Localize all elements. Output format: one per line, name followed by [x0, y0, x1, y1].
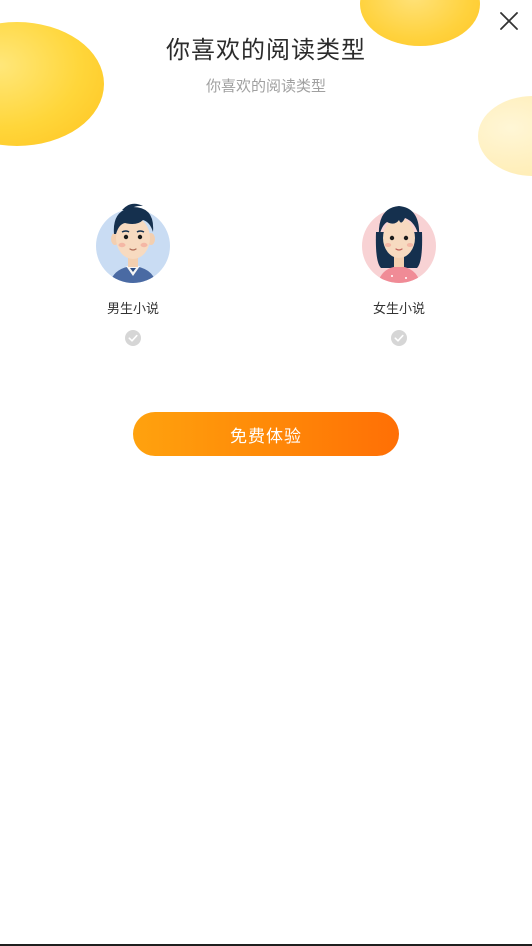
girl-avatar [361, 196, 437, 288]
free-trial-button[interactable]: 免费体验 [133, 412, 399, 456]
page-title: 你喜欢的阅读类型 [166, 36, 366, 64]
choice-female-label: 女生小说 [372, 302, 425, 317]
choice-male-label: 男生小说 [106, 302, 159, 317]
reading-preference-screen: 你喜欢的阅读类型 你喜欢的阅读类型 男生小说 女生小说 免费体验 [0, 0, 532, 946]
choice-male-novel[interactable]: 男生小说 [58, 196, 208, 346]
close-icon[interactable] [498, 10, 520, 32]
decorative-yellow-blob-right [478, 96, 532, 176]
page-subtitle: 你喜欢的阅读类型 [205, 77, 326, 95]
checkmark-icon-male[interactable] [125, 330, 141, 346]
choice-female-novel[interactable]: 女生小说 [324, 196, 474, 346]
boy-avatar [95, 196, 171, 288]
checkmark-icon-female[interactable] [391, 330, 407, 346]
